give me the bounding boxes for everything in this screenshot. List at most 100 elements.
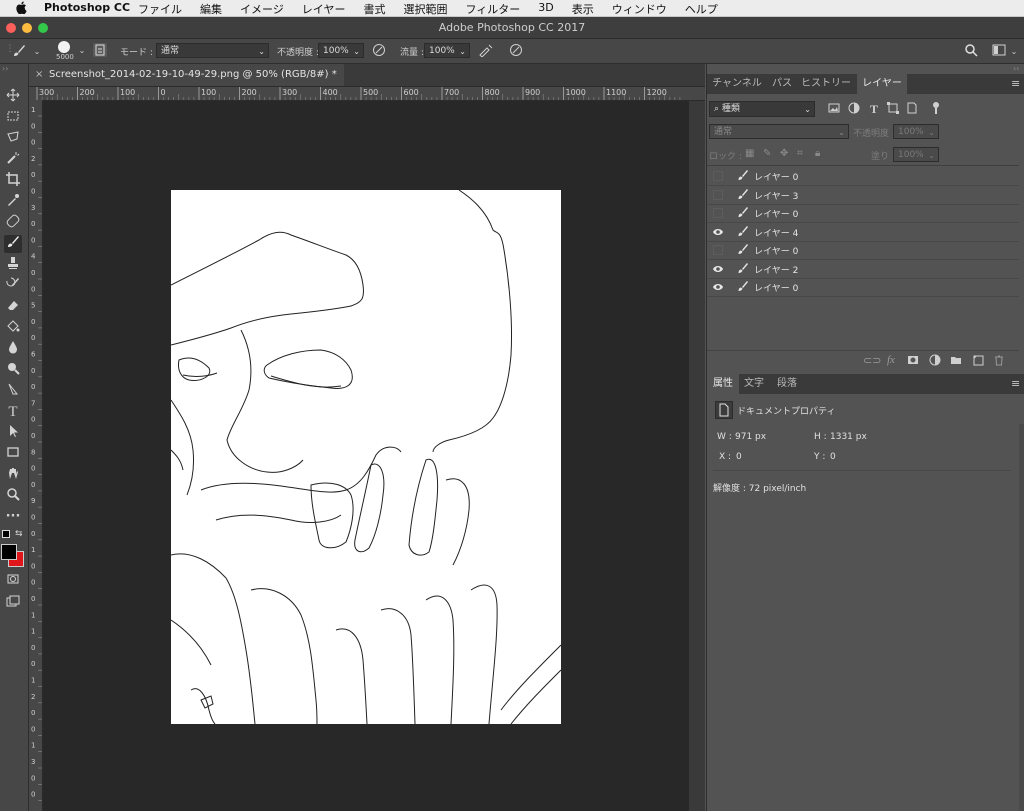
history-brush-tool-icon[interactable] bbox=[4, 277, 22, 295]
visibility-toggle[interactable] bbox=[713, 189, 723, 200]
layer-row[interactable]: レイヤー 2 bbox=[707, 260, 1019, 279]
filter-smart-object-icon[interactable] bbox=[905, 102, 919, 116]
filter-adjustment-icon[interactable] bbox=[847, 102, 861, 116]
eyedropper-tool-icon[interactable] bbox=[4, 193, 22, 211]
filter-type-icon[interactable]: T bbox=[867, 102, 881, 116]
lock-artboard-icon[interactable]: ⌗ bbox=[797, 148, 803, 159]
lasso-tool-icon[interactable] bbox=[4, 130, 22, 148]
adjustment-layer-icon[interactable] bbox=[929, 354, 941, 369]
pen-tool-icon[interactable] bbox=[4, 382, 22, 400]
hand-tool-icon[interactable] bbox=[4, 466, 22, 484]
link-layers-icon[interactable]: ⊂⊃ bbox=[863, 354, 881, 367]
layer-opacity-field[interactable]: 100% ⌄ bbox=[893, 124, 939, 139]
tab-character[interactable]: 文字 bbox=[739, 374, 769, 394]
properties-scrollbar[interactable] bbox=[1019, 424, 1024, 811]
layer-row[interactable]: レイヤー 0 bbox=[707, 241, 1019, 260]
x-value[interactable]: 0 bbox=[736, 452, 742, 462]
collapse-icon[interactable]: ‹‹ bbox=[1013, 64, 1019, 73]
menu-item-1[interactable]: 編集 bbox=[200, 1, 222, 17]
menu-item-3[interactable]: レイヤー bbox=[302, 1, 346, 17]
collapse-icon[interactable]: ›› bbox=[2, 64, 8, 73]
filter-pixel-icon[interactable] bbox=[827, 102, 841, 116]
lock-position-icon[interactable]: ✥ bbox=[780, 148, 788, 159]
vertical-scrollbar[interactable] bbox=[689, 101, 705, 811]
delete-layer-icon[interactable] bbox=[993, 354, 1005, 369]
chevron-down-icon[interactable]: ⌄ bbox=[75, 44, 89, 58]
menu-item-4[interactable]: 書式 bbox=[363, 1, 385, 17]
app-menu[interactable]: Photoshop CC bbox=[44, 1, 130, 14]
flow-field[interactable]: 100% ⌄ bbox=[424, 43, 470, 58]
fx-icon[interactable]: fx bbox=[887, 354, 895, 366]
move-tool-icon[interactable] bbox=[4, 88, 22, 106]
blur-tool-icon[interactable] bbox=[4, 340, 22, 358]
marquee-tool-icon[interactable] bbox=[4, 109, 22, 127]
filter-shape-icon[interactable] bbox=[886, 102, 900, 116]
mode-select[interactable]: 通常 ⌄ bbox=[156, 43, 269, 58]
zoom-tool-icon[interactable] bbox=[4, 487, 22, 505]
eraser-tool-icon[interactable] bbox=[4, 298, 22, 316]
brush-tip-icon[interactable] bbox=[57, 40, 71, 54]
tab-paths[interactable]: パス bbox=[767, 74, 797, 94]
lock-all-icon[interactable]: 🔒︎ bbox=[815, 148, 820, 159]
eye-icon[interactable] bbox=[713, 282, 723, 292]
eye-icon[interactable] bbox=[713, 227, 723, 237]
foreground-color-swatch[interactable] bbox=[1, 544, 17, 560]
visibility-toggle[interactable] bbox=[713, 208, 723, 218]
default-colors-icon[interactable] bbox=[2, 530, 10, 538]
layer-row[interactable]: レイヤー 3 bbox=[707, 186, 1019, 205]
document-canvas[interactable] bbox=[170, 189, 562, 725]
document-tab[interactable]: × Screenshot_2014-02-19-10-49-29.png @ 5… bbox=[29, 64, 344, 86]
opacity-field[interactable]: 100% ⌄ bbox=[318, 43, 364, 58]
menu-item-6[interactable]: フィルター bbox=[465, 1, 520, 17]
screen-mode-icon[interactable] bbox=[4, 594, 22, 612]
brush-preset-icon[interactable] bbox=[12, 44, 26, 58]
new-group-icon[interactable] bbox=[950, 354, 962, 369]
close-tab-icon[interactable]: × bbox=[35, 64, 43, 86]
layer-row[interactable]: レイヤー 0 bbox=[707, 167, 1019, 186]
menu-item-10[interactable]: ヘルプ bbox=[685, 1, 718, 17]
dodge-tool-icon[interactable] bbox=[4, 361, 22, 379]
clone-stamp-tool-icon[interactable] bbox=[4, 256, 22, 274]
more-tools-icon[interactable]: ··· bbox=[4, 508, 22, 526]
airbrush-icon[interactable] bbox=[478, 43, 493, 58]
lock-transparent-icon[interactable]: ▦ bbox=[745, 148, 754, 159]
visibility-toggle[interactable] bbox=[713, 245, 723, 255]
layer-row[interactable]: レイヤー 4 bbox=[707, 223, 1019, 242]
swap-colors-icon[interactable]: ⇆ bbox=[15, 529, 23, 539]
path-selection-tool-icon[interactable] bbox=[4, 424, 22, 442]
menu-item-7[interactable]: 3D bbox=[538, 1, 553, 17]
visibility-toggle[interactable] bbox=[713, 171, 723, 181]
quick-mask-icon[interactable] bbox=[4, 572, 22, 590]
tab-paragraph[interactable]: 段落 bbox=[771, 374, 803, 394]
pressure-size-icon[interactable] bbox=[509, 43, 523, 57]
workspace-icon[interactable] bbox=[992, 43, 1006, 57]
pressure-opacity-icon[interactable] bbox=[372, 43, 386, 57]
search-icon[interactable] bbox=[964, 43, 978, 57]
healing-brush-tool-icon[interactable] bbox=[4, 214, 22, 232]
tab-channels[interactable]: チャンネル bbox=[707, 74, 767, 94]
filter-toggle-icon[interactable] bbox=[929, 101, 943, 115]
fill-field[interactable]: 100% ⌄ bbox=[893, 147, 939, 162]
tab-history[interactable]: ヒストリー bbox=[797, 74, 855, 94]
quick-selection-tool-icon[interactable] bbox=[4, 151, 22, 169]
menu-item-5[interactable]: 選択範囲 bbox=[403, 1, 447, 17]
rectangle-tool-icon[interactable] bbox=[4, 445, 22, 463]
chevron-down-icon[interactable]: ⌄ bbox=[30, 45, 44, 59]
menu-item-2[interactable]: イメージ bbox=[240, 1, 284, 17]
new-layer-icon[interactable] bbox=[972, 354, 984, 369]
paint-bucket-tool-icon[interactable] bbox=[4, 319, 22, 337]
panel-menu-icon[interactable]: ≡ bbox=[1011, 77, 1020, 90]
blend-mode-select[interactable]: 通常 ⌄ bbox=[709, 124, 849, 139]
apple-menu-icon[interactable] bbox=[16, 1, 27, 17]
tab-properties[interactable]: 属性 bbox=[707, 374, 739, 394]
height-value[interactable]: 1331 px bbox=[830, 432, 867, 442]
eye-icon[interactable] bbox=[713, 264, 723, 274]
panel-menu-icon[interactable]: ≡ bbox=[1011, 377, 1020, 390]
crop-tool-icon[interactable] bbox=[4, 172, 22, 190]
lock-image-icon[interactable]: ✎ bbox=[763, 148, 771, 159]
menu-item-8[interactable]: 表示 bbox=[572, 1, 594, 17]
menu-item-9[interactable]: ウィンドウ bbox=[612, 1, 667, 17]
layer-row[interactable]: レイヤー 0 bbox=[707, 204, 1019, 223]
brush-tool-icon[interactable] bbox=[4, 235, 22, 253]
tab-layers[interactable]: レイヤー bbox=[857, 74, 907, 94]
